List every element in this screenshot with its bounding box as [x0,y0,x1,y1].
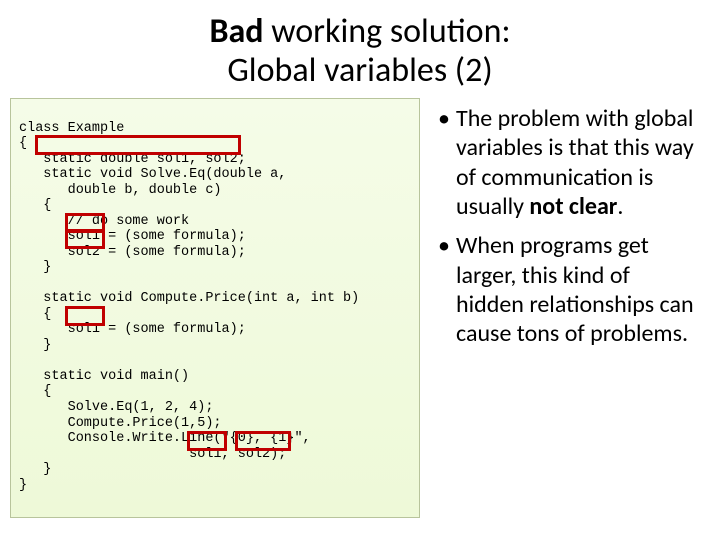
code-line: static void main() [19,369,189,384]
code-line: double b, double c) [19,183,222,198]
bullet-item: The problem with global variables is tha… [438,104,700,221]
highlight-declaration [35,135,241,155]
code-line: } [19,338,51,353]
code-line: { [19,136,27,151]
code-line: } [19,462,51,477]
bullet-list: The problem with global variables is tha… [420,98,710,528]
bullet-strong: not clear [529,192,617,221]
code-line: sol1 = (some formula); [19,322,246,337]
code-line: sol2 = (some formula); [19,245,246,260]
code-line: static void Solve.Eq(double a, [19,167,286,182]
code-line: Solve.Eq(1, 2, 4); [19,400,213,415]
code-line: { [19,384,51,399]
content-row: class Example { static double sol1, sol2… [0,98,720,528]
highlight-sol2-assign [65,229,105,249]
code-line: Compute.Price(1,5); [19,416,222,431]
highlight-sol1-compute [65,306,105,326]
slide-title: Bad working solution: Global variables (… [0,12,720,90]
bullet-item: When programs get larger, this kind of h… [438,231,700,348]
code-block: class Example { static double sol1, sol2… [10,98,420,518]
code-line: sol1 = (some formula); [19,229,246,244]
highlight-sol2-write [235,431,291,451]
code-line: } [19,478,27,493]
title-rest: working solution: [264,11,511,52]
title-bold: Bad [209,11,263,52]
title-line2: Global variables (2) [227,50,492,91]
slide: Bad working solution: Global variables (… [0,12,720,540]
code-line: { [19,307,51,322]
bullet-text: When programs get larger, this kind of h… [456,231,694,348]
code-line: } [19,260,51,275]
highlight-sol1-write [187,431,227,451]
code-line: static void Compute.Price(int a, int b) [19,291,359,306]
code-line: class Example [19,121,124,136]
bullet-text: . [617,192,623,221]
code-line: { [19,198,51,213]
